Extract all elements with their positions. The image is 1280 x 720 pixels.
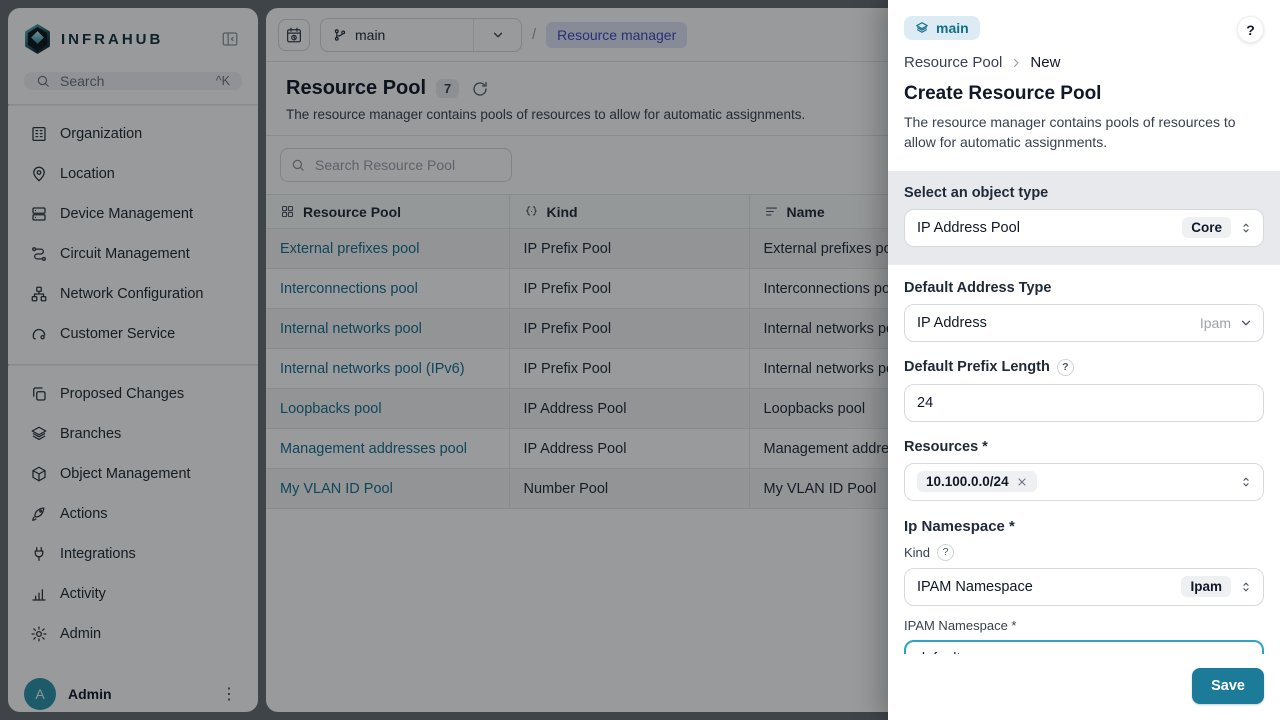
kind-badge: Ipam xyxy=(1181,576,1231,597)
chevrons-up-down-icon xyxy=(1239,475,1253,489)
default-address-type-value: IP Address xyxy=(917,315,1192,331)
object-type-select[interactable]: IP Address Pool Core xyxy=(904,209,1264,247)
layers-icon xyxy=(915,21,929,35)
panel-branch-name: main xyxy=(936,20,969,36)
kind-label: Kind ? xyxy=(904,544,1264,561)
object-type-value: IP Address Pool xyxy=(917,220,1174,236)
default-address-type-kind: Ipam xyxy=(1200,315,1231,331)
create-resource-pool-panel: main ? Resource Pool New Create Resource… xyxy=(888,0,1280,720)
help-button[interactable]: ? xyxy=(1237,16,1264,43)
panel-breadcrumb-parent[interactable]: Resource Pool xyxy=(904,54,1002,71)
kind-select[interactable]: IPAM Namespace Ipam xyxy=(904,568,1264,606)
resource-chip-value: 10.100.0.0/24 xyxy=(926,474,1009,489)
panel-footer: Save xyxy=(888,654,1280,720)
resource-chip: 10.100.0.0/24 xyxy=(917,471,1037,492)
panel-description: The resource manager contains pools of r… xyxy=(904,112,1264,153)
chevron-right-icon xyxy=(1010,57,1022,69)
chevrons-up-down-icon xyxy=(1239,221,1253,235)
default-address-type-label: Default Address Type xyxy=(904,280,1264,296)
chevrons-up-down-icon xyxy=(1239,580,1253,594)
object-type-badge: Core xyxy=(1182,217,1231,238)
save-button[interactable]: Save xyxy=(1192,668,1264,704)
kind-help-icon[interactable]: ? xyxy=(937,544,954,561)
default-prefix-length-input[interactable] xyxy=(904,384,1264,422)
resources-multiselect[interactable]: 10.100.0.0/24 xyxy=(904,463,1264,501)
ip-namespace-label: Ip Namespace * xyxy=(904,518,1264,535)
ipam-namespace-label: IPAM Namespace * xyxy=(904,618,1264,633)
panel-breadcrumb-current: New xyxy=(1030,54,1060,71)
panel-title: Create Resource Pool xyxy=(904,83,1264,105)
prefix-length-help-icon[interactable]: ? xyxy=(1057,359,1074,376)
chevron-down-icon xyxy=(1239,316,1253,330)
default-address-type-select[interactable]: IP Address Ipam xyxy=(904,304,1264,342)
object-type-label: Select an object type xyxy=(904,185,1264,201)
object-type-section: Select an object type IP Address Pool Co… xyxy=(888,171,1280,265)
resources-label: Resources * xyxy=(904,439,1264,455)
resources-chips: 10.100.0.0/24 xyxy=(917,471,1231,492)
kind-value: IPAM Namespace xyxy=(917,579,1173,595)
panel-breadcrumb: Resource Pool New xyxy=(904,54,1264,71)
panel-branch-badge[interactable]: main xyxy=(904,16,980,40)
panel-form: Default Address Type IP Address Ipam Def… xyxy=(888,265,1280,654)
default-prefix-length-label: Default Prefix Length ? xyxy=(904,359,1264,376)
panel-header: main ? Resource Pool New Create Resource… xyxy=(888,0,1280,171)
chip-remove-icon[interactable] xyxy=(1016,476,1028,488)
ipam-namespace-select[interactable]: default xyxy=(904,640,1264,654)
